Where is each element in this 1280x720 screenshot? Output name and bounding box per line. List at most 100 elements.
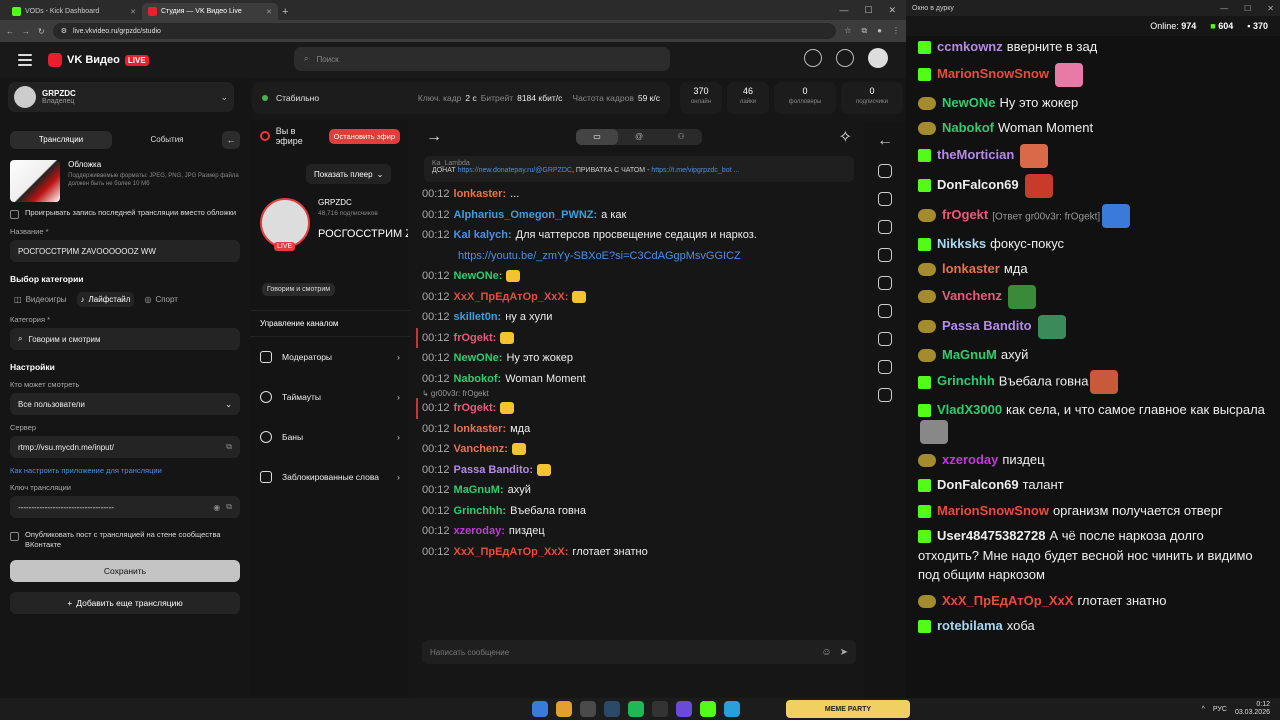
tab-vk-studio[interactable]: Студия — VK Видео Live ✕ xyxy=(142,3,278,20)
owner-selector[interactable]: GRPZDC Владелец ⌄ xyxy=(8,82,234,112)
username[interactable]: frOgekt xyxy=(942,207,988,222)
maximize-icon[interactable]: ☐ xyxy=(1244,4,1251,13)
username[interactable]: XxX_ПрЕдАтОр_XxX xyxy=(942,593,1073,608)
arrow-right-icon[interactable]: → xyxy=(426,128,442,146)
avatar[interactable] xyxy=(868,48,888,68)
cat-sport[interactable]: ◎ Спорт xyxy=(140,292,181,307)
username[interactable]: MarionSnowSnow xyxy=(937,503,1049,518)
eye-icon[interactable]: ◉ xyxy=(213,503,220,512)
username[interactable]: lonkaster xyxy=(942,261,1000,276)
gem-icon[interactable] xyxy=(878,192,892,206)
stop-stream-button[interactable]: Остановить эфир xyxy=(328,128,400,144)
username[interactable]: MarionSnowSnow xyxy=(937,66,1049,81)
back-icon[interactable]: ← xyxy=(6,27,14,36)
app-icon[interactable] xyxy=(676,701,692,717)
url-field[interactable]: ⚙ live.vkvideo.ru/grpzdc/studio xyxy=(52,23,837,39)
bookmark-star-icon[interactable]: ☆ xyxy=(844,26,851,36)
setup-help-link[interactable]: Как настроить приложение для трансляции xyxy=(10,466,240,475)
username[interactable]: DonFalcon69 xyxy=(937,177,1019,192)
tab-events[interactable]: События xyxy=(116,131,218,149)
minimize-icon[interactable]: — xyxy=(839,5,848,16)
site-info-icon[interactable]: ⚙ xyxy=(61,27,67,35)
mentions-icon[interactable]: @ xyxy=(618,129,660,145)
username[interactable]: frOgekt: xyxy=(454,402,497,414)
checkbox[interactable] xyxy=(10,210,19,219)
username[interactable]: lonkaster: xyxy=(454,423,507,435)
maximize-icon[interactable]: ☐ xyxy=(864,5,872,16)
start-icon[interactable] xyxy=(532,701,548,717)
pinned-link[interactable]: https://new.donatepay.ru/@GRPZDC xyxy=(458,167,572,174)
close-window-icon[interactable]: ✕ xyxy=(1267,4,1274,13)
username[interactable]: MaGnuM: xyxy=(454,484,504,496)
cat-games[interactable]: ◫ Видеоигры xyxy=(10,292,71,307)
copy-icon[interactable]: ⧉ xyxy=(226,502,232,512)
obs-icon[interactable] xyxy=(652,701,668,717)
blocked-words-item[interactable]: Заблокированные слова › xyxy=(250,457,410,497)
username[interactable]: XxX_ПрЕдАтОр_XxX: xyxy=(454,291,569,303)
cat-lifestyle[interactable]: ♪ Лайфстайл xyxy=(76,292,135,307)
kick-icon[interactable] xyxy=(700,701,716,717)
list-icon[interactable] xyxy=(878,276,892,290)
profile-icon[interactable]: ● xyxy=(877,26,882,36)
copy-icon[interactable]: ⧉ xyxy=(226,442,232,452)
trophy-icon[interactable] xyxy=(878,332,892,346)
message-link[interactable]: https://youtu.be/_zmYy-SBXoE?si=C3CdAGgp… xyxy=(422,250,741,262)
clock[interactable]: 0:12 03.03.2026 xyxy=(1235,701,1270,718)
close-icon[interactable]: ✕ xyxy=(266,8,272,16)
cover-thumbnail[interactable] xyxy=(10,160,61,202)
username[interactable]: NewONe: xyxy=(454,352,503,364)
minimize-icon[interactable]: — xyxy=(1220,4,1228,13)
dice-icon[interactable] xyxy=(878,248,892,262)
pin-icon[interactable]: ✧ xyxy=(839,127,852,147)
extensions-icon[interactable]: ⧉ xyxy=(861,26,867,36)
username[interactable]: NewONe xyxy=(942,95,995,110)
category-field[interactable]: ⌕ Говорим и смотрим xyxy=(10,328,240,350)
menu-burger-icon[interactable] xyxy=(18,54,32,66)
publish-checkbox[interactable]: Опубликовать пост с трансляцией на стене… xyxy=(10,530,240,550)
emoji-icon[interactable]: ☺ xyxy=(821,647,831,658)
language-indicator[interactable]: РУС xyxy=(1213,706,1227,713)
username[interactable]: xzeroday: xyxy=(454,525,505,537)
new-tab-button[interactable]: + xyxy=(282,6,288,18)
save-button[interactable]: Сохранить xyxy=(10,559,240,582)
replay-checkbox[interactable]: Проигрывать запись последней трансляции … xyxy=(10,208,240,219)
username[interactable]: Grinchhh xyxy=(937,373,995,388)
stream-name-field[interactable]: РОСГОССТРИМ ZAVOOOOOOZ WW xyxy=(10,240,240,262)
chrome-icon[interactable] xyxy=(556,701,572,717)
telegram-icon[interactable] xyxy=(724,701,740,717)
who-can-watch-select[interactable]: Все пользователи ⌄ xyxy=(10,393,240,415)
send-icon[interactable]: ➤ xyxy=(840,647,848,658)
menu-icon[interactable]: ⋮ xyxy=(892,26,900,36)
username[interactable]: Nabokof xyxy=(942,120,994,135)
username[interactable]: Alpharius_Omegon_PWNZ: xyxy=(454,209,598,221)
chart-icon[interactable] xyxy=(878,304,892,318)
notifications-icon[interactable] xyxy=(804,49,822,67)
steam-icon[interactable] xyxy=(604,701,620,717)
username[interactable]: xzeroday xyxy=(942,452,998,467)
settings-icon[interactable] xyxy=(878,164,892,178)
close-window-icon[interactable]: ✕ xyxy=(888,5,896,16)
chat-input[interactable]: Написать сообщение ☺ ➤ xyxy=(422,640,856,664)
username[interactable]: XxX_ПрЕдАтОр_XxX: xyxy=(454,546,569,558)
username[interactable]: Passa Bandito xyxy=(942,318,1032,333)
username[interactable]: Nikksks xyxy=(937,236,986,251)
username[interactable]: MaGnuM xyxy=(942,347,997,362)
bans-item[interactable]: Баны › xyxy=(250,417,410,457)
username[interactable]: Vanchenz xyxy=(942,288,1002,303)
server-field[interactable]: rtmp://vsu.mycdn.me/input/ ⧉ xyxy=(10,436,240,458)
show-player-button[interactable]: Показать плеер ⌄ xyxy=(306,164,392,184)
username[interactable]: Vanchenz: xyxy=(454,443,508,455)
username[interactable]: skillet0n: xyxy=(454,311,502,323)
reload-icon[interactable]: ↻ xyxy=(38,27,45,36)
swords-icon[interactable] xyxy=(878,360,892,374)
username[interactable]: User48475382728 xyxy=(937,528,1045,543)
username[interactable]: Passa Bandito: xyxy=(454,464,533,476)
spotify-icon[interactable] xyxy=(628,701,644,717)
username[interactable]: VladX3000 xyxy=(937,402,1002,417)
video-icon[interactable] xyxy=(878,388,892,402)
search-input[interactable]: ⌕ Поиск xyxy=(294,47,670,71)
close-icon[interactable]: ✕ xyxy=(130,8,136,16)
meme-party-widget[interactable]: MEME PARTY xyxy=(786,700,910,718)
stream-key-field[interactable]: ------------------------------------ ◉ ⧉ xyxy=(10,496,240,518)
username[interactable]: lonkaster: xyxy=(454,188,507,200)
